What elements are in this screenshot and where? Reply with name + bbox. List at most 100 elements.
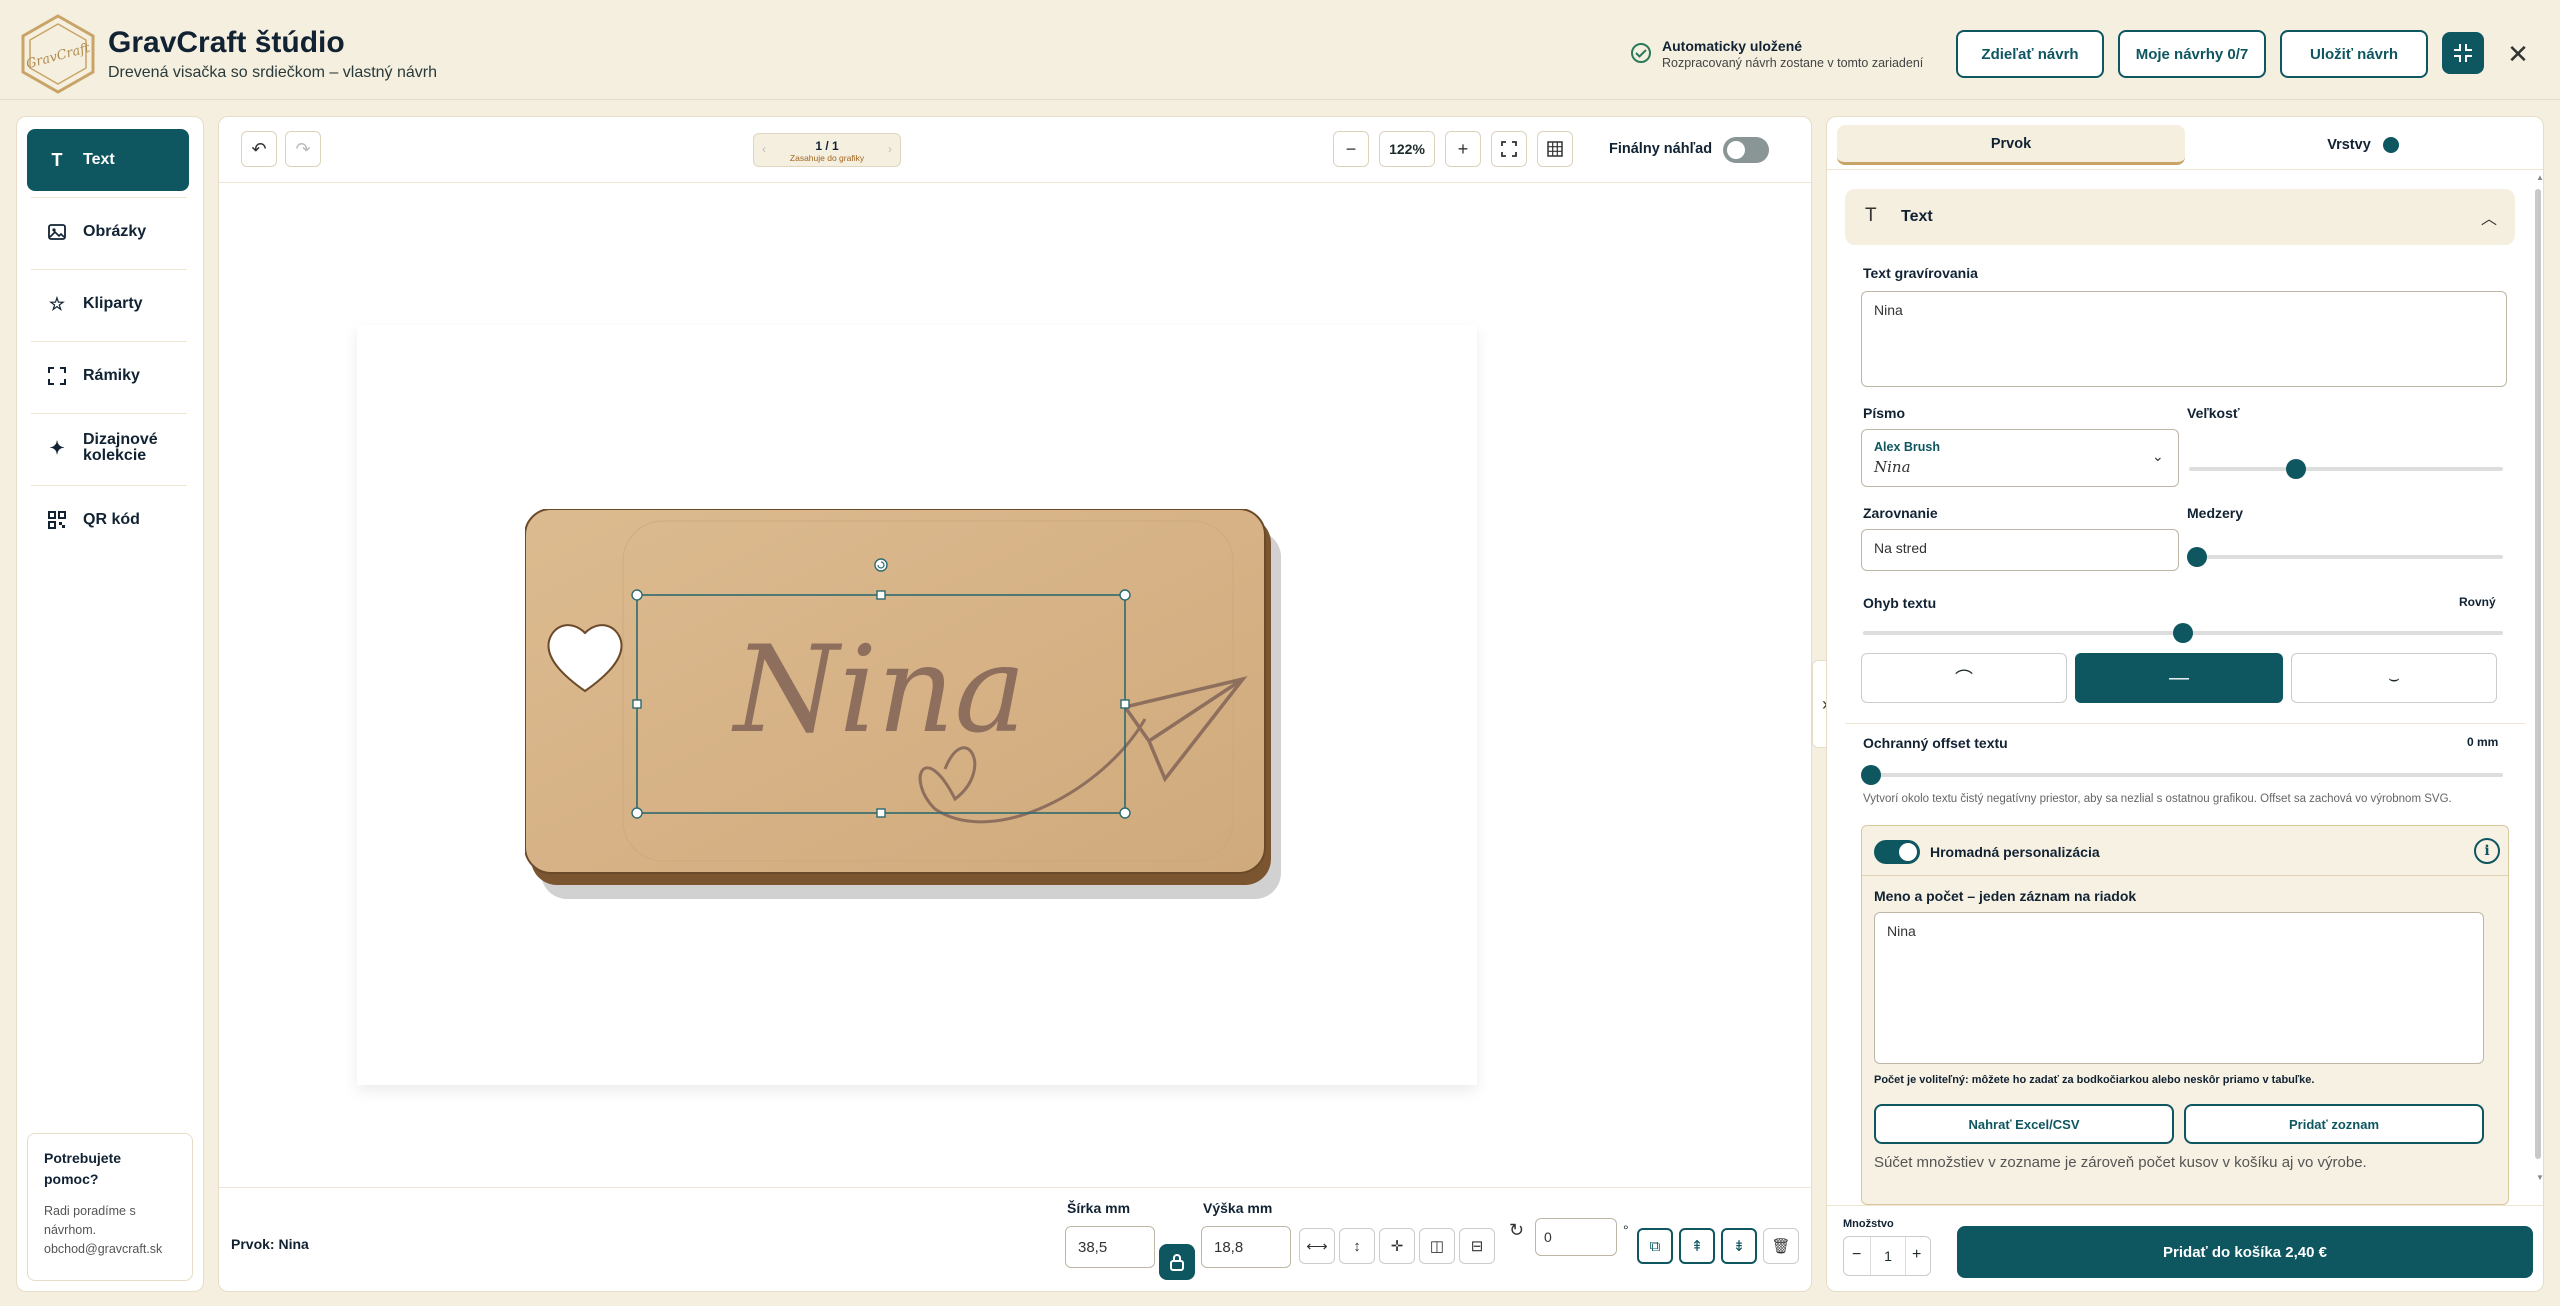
minus-icon: −	[1345, 138, 1357, 159]
tab-layers[interactable]: Vrstvy	[2193, 125, 2533, 165]
offset-slider[interactable]	[1861, 765, 2503, 785]
final-preview-toggle[interactable]	[1723, 137, 1769, 163]
curve-slider-knob[interactable]	[2173, 623, 2193, 643]
quantity-stepper[interactable]: − 1 +	[1843, 1236, 1931, 1276]
sidebar-item-images[interactable]: Obrázky	[27, 201, 189, 263]
layer-up-icon: ⇞	[1690, 1238, 1704, 1255]
sidebar-item-qr-code[interactable]: QR kód	[27, 489, 189, 551]
bring-forward-button[interactable]: ⇞	[1679, 1228, 1715, 1264]
element-bottom-bar: Prvok: Nina Šírka mm Výška mm ⟷ ↕ ✛ ◫ ⊟ …	[219, 1187, 1811, 1291]
flip-horizontal-button[interactable]: ◫	[1419, 1228, 1455, 1264]
offset-value: 0 mm	[2467, 735, 2499, 749]
minus-icon[interactable]: −	[1852, 1246, 1861, 1264]
panel-scrollbar[interactable]: ▲ ▼	[2533, 173, 2543, 1189]
bulk-personalization-toggle[interactable]	[1874, 840, 1920, 864]
size-slider[interactable]	[2189, 459, 2503, 479]
panel-footer: Množstvo − 1 + Pridať do košíka 2,40 €	[1827, 1205, 2543, 1291]
offset-help-text: Vytvorí okolo textu čistý negatívny prie…	[1863, 793, 2452, 805]
undo-icon: ↶	[251, 138, 267, 159]
share-design-button[interactable]: Zdieľať návrh	[1956, 30, 2104, 78]
toggle-knob	[1727, 141, 1745, 159]
flip-vertical-icon: ⊟	[1470, 1238, 1484, 1255]
zoom-out-button[interactable]: −	[1333, 131, 1369, 167]
duplicate-button[interactable]: ⧉	[1637, 1228, 1673, 1264]
canvas-workspace: ↶ ↷ ‹ 1 / 1 Zasahuje do grafiky › − 122%…	[218, 116, 1812, 1292]
sidebar-item-text[interactable]: T Text	[27, 129, 189, 191]
size-slider-knob[interactable]	[2285, 459, 2306, 479]
page-indicator[interactable]: ‹ 1 / 1 Zasahuje do grafiky ›	[753, 133, 901, 167]
chevron-down-icon: ⌄	[2152, 448, 2164, 464]
bulk-label: Hromadná personalizácia	[1930, 844, 2100, 860]
align-select[interactable]: Na stred	[1861, 529, 2179, 571]
offset-slider-knob[interactable]	[1861, 765, 1881, 785]
layer-down-icon: ⇟	[1732, 1238, 1746, 1255]
info-icon[interactable]: i	[2474, 838, 2500, 864]
artboard: Nina	[357, 325, 1477, 1085]
center-horizontal-button[interactable]: ⟷	[1299, 1228, 1335, 1264]
send-backward-button[interactable]: ⇟	[1721, 1228, 1757, 1264]
frame-icon	[45, 367, 69, 385]
plus-icon: +	[1457, 138, 1469, 159]
curve-up-button[interactable]: ⌒	[1861, 653, 2067, 703]
chevron-right-icon[interactable]: ›	[888, 142, 892, 156]
undo-button[interactable]: ↶	[241, 131, 277, 167]
add-to-cart-button[interactable]: Pridať do košíka 2,40 €	[1957, 1226, 2533, 1278]
curve-straight-button[interactable]: —	[2075, 653, 2283, 703]
help-title: Potrebujete pomoc?	[44, 1150, 122, 1187]
curve-slider[interactable]	[1863, 623, 2503, 643]
center-icon: ✛	[1390, 1238, 1404, 1255]
sidebar-item-cliparts[interactable]: ☆ Kliparty	[27, 273, 189, 335]
flip-horizontal-icon: ◫	[1429, 1238, 1445, 1255]
arc-down-icon: ⌣	[2388, 667, 2400, 688]
flip-vertical-button[interactable]: ⊟	[1459, 1228, 1495, 1264]
redo-button[interactable]: ↷	[285, 131, 321, 167]
bulk-hint: Počet je voliteľný: môžete ho zadať za b…	[1874, 1074, 2315, 1086]
center-both-button[interactable]: ✛	[1379, 1228, 1415, 1264]
duplicate-icon: ⧉	[1649, 1237, 1661, 1255]
bulk-list-input[interactable]: Nina	[1874, 912, 2484, 1064]
chevron-up-icon[interactable]: ︿	[2481, 205, 2497, 229]
zoom-in-button[interactable]: +	[1445, 131, 1481, 167]
collapse-fullscreen-button[interactable]	[2442, 32, 2484, 74]
curve-down-button[interactable]: ⌣	[2291, 653, 2497, 703]
fit-screen-button[interactable]	[1491, 131, 1527, 167]
font-select[interactable]: Alex Brush Nina ⌄	[1861, 429, 2179, 487]
image-icon	[45, 224, 69, 240]
autosave-subtitle: Rozpracovaný návrh zostane v tomto zaria…	[1662, 56, 1924, 70]
plus-icon[interactable]: +	[1912, 1246, 1921, 1264]
straight-line-icon: —	[2169, 666, 2189, 689]
center-vertical-button[interactable]: ↕	[1339, 1228, 1375, 1264]
lock-aspect-button[interactable]	[1159, 1244, 1195, 1280]
tab-element[interactable]: Prvok	[1837, 125, 2185, 165]
font-label: Písmo	[1863, 405, 1906, 421]
upload-excel-button[interactable]: Nahrať Excel/CSV	[1874, 1104, 2174, 1144]
align-center-horizontal-icon: ⟷	[1306, 1238, 1328, 1255]
engrave-text-label: Text gravírovania	[1863, 265, 1978, 281]
save-design-button[interactable]: Uložiť návrh	[2280, 30, 2428, 78]
help-email-link[interactable]: obchod@gravcraft.sk	[44, 1240, 176, 1259]
degree-symbol: °	[1623, 1222, 1629, 1238]
my-designs-button[interactable]: Moje návrhy 0/7	[2118, 30, 2266, 78]
bulk-list-label: Meno a počet – jeden záznam na riadok	[1874, 888, 2137, 904]
delete-button[interactable]: 🗑	[1763, 1228, 1799, 1264]
help-box: Potrebujete pomoc? Radi poradíme s návrh…	[27, 1133, 193, 1281]
rotation-input[interactable]	[1535, 1218, 1617, 1256]
grid-toggle-button[interactable]	[1537, 131, 1573, 167]
sidebar-item-design-collections[interactable]: ✦ Dizajnové kolekcie	[27, 417, 189, 479]
text-section-header[interactable]: T Text ︿	[1845, 189, 2515, 245]
engrave-text-input[interactable]: Nina	[1861, 291, 2507, 387]
offset-label: Ochranný offset textu	[1863, 735, 2008, 751]
spacing-slider[interactable]	[2187, 547, 2503, 567]
chevron-left-icon[interactable]: ‹	[762, 142, 766, 156]
top-bar: GravCraft GravCraft štúdio Drevená visač…	[0, 0, 2560, 100]
sidebar-item-frames[interactable]: Rámiky	[27, 345, 189, 407]
width-input[interactable]	[1065, 1226, 1155, 1268]
add-list-button[interactable]: Pridať zoznam	[2184, 1104, 2484, 1144]
canvas-toolbar: ↶ ↷ ‹ 1 / 1 Zasahuje do grafiky › − 122%…	[219, 117, 1811, 183]
spacing-slider-knob[interactable]	[2187, 547, 2207, 567]
align-label: Zarovnanie	[1863, 505, 1938, 521]
close-icon[interactable]: ✕	[2500, 36, 2536, 72]
lock-icon	[1170, 1254, 1184, 1271]
height-input[interactable]	[1201, 1226, 1291, 1268]
properties-panel: Prvok Vrstvy ▲ ▼ T Text ︿ Text gravírova…	[1826, 116, 2544, 1292]
